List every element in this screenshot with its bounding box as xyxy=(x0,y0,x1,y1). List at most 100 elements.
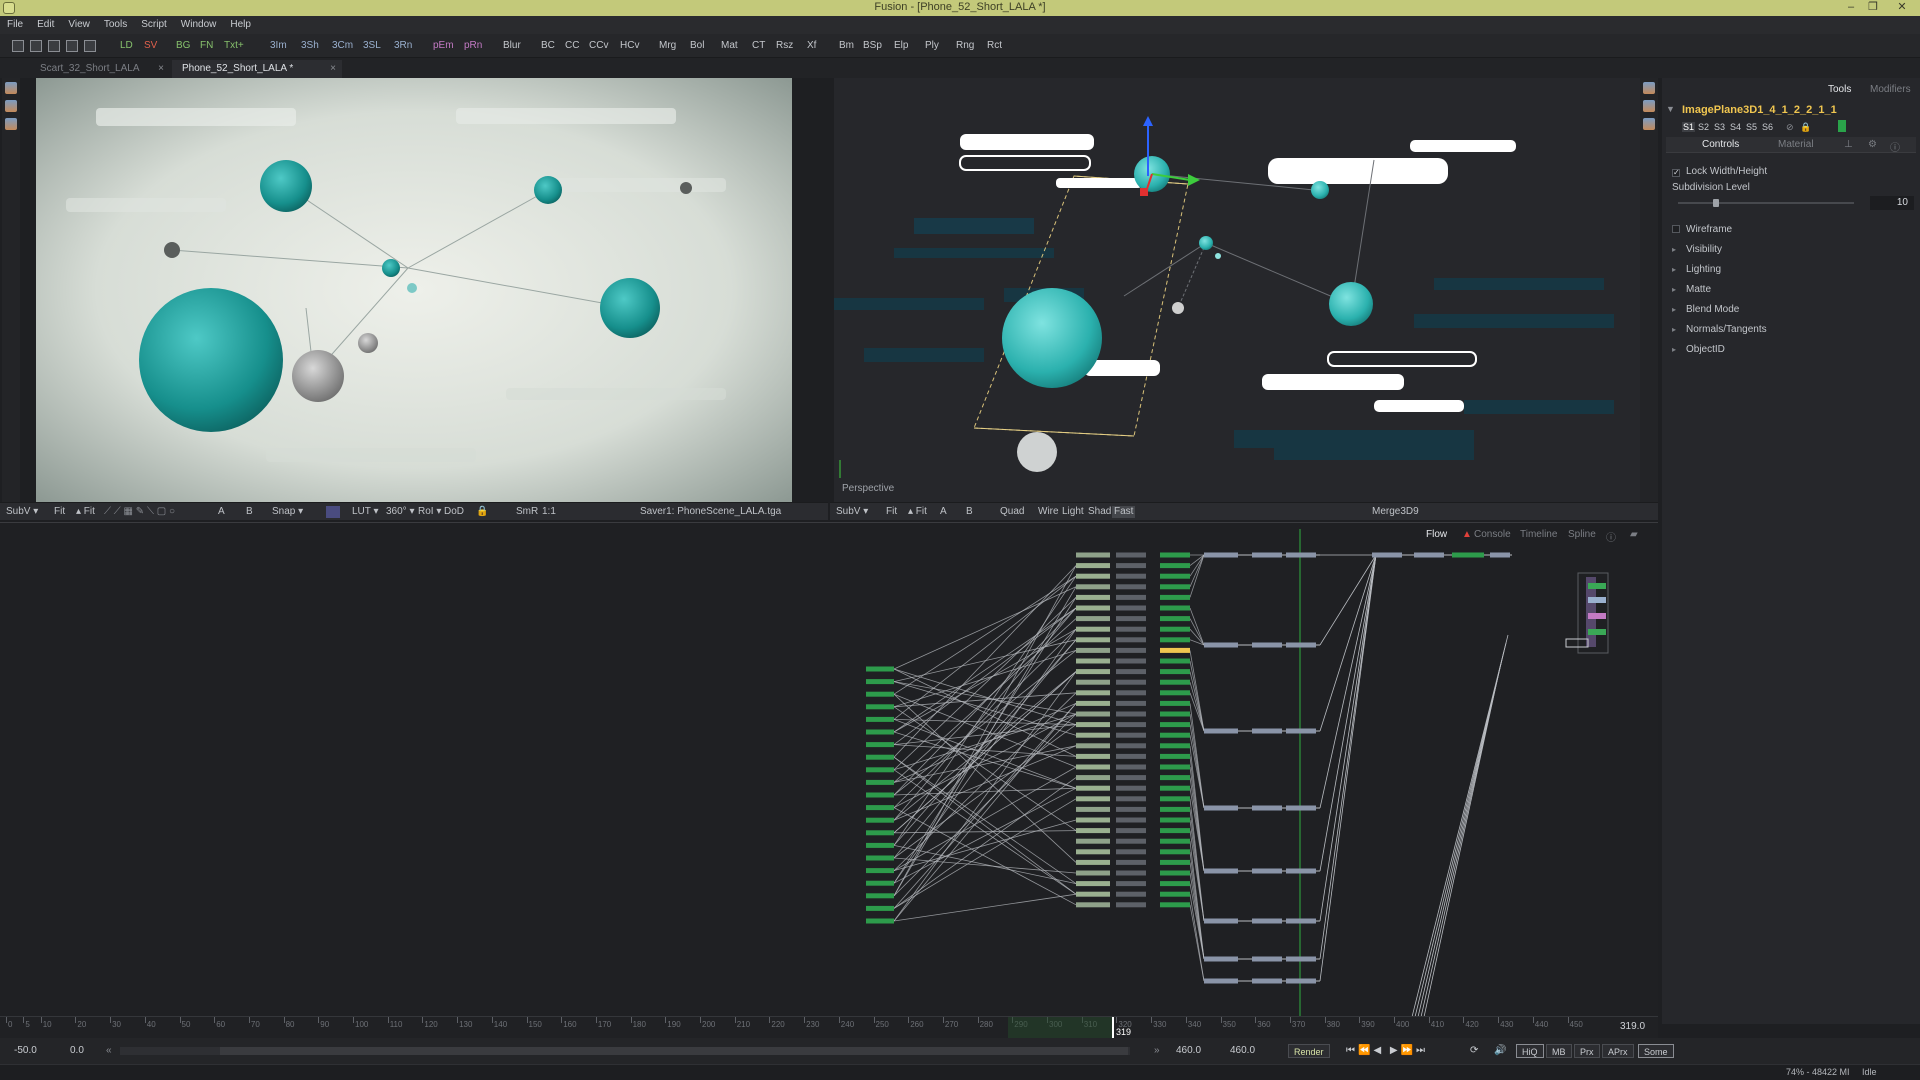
toolbar-button-rsz[interactable]: Rsz xyxy=(776,39,793,53)
flow-node[interactable] xyxy=(1286,728,1316,734)
toolbar-button-blur[interactable]: Blur xyxy=(503,39,521,53)
audio-icon[interactable]: 🔊 xyxy=(1494,1045,1506,1056)
flow-node[interactable] xyxy=(1076,637,1110,643)
smr-button[interactable]: SmR xyxy=(516,506,538,518)
flow-node[interactable] xyxy=(1116,616,1146,622)
flow-node[interactable] xyxy=(1160,902,1190,908)
flow-node[interactable] xyxy=(1116,722,1146,728)
lock-width-height-row[interactable]: ✓ Lock Width/Height xyxy=(1672,166,1767,177)
fit-button[interactable]: Fit xyxy=(886,506,897,518)
flow-node[interactable] xyxy=(1116,785,1146,791)
range-slider-thumb[interactable] xyxy=(220,1047,1128,1055)
flow-node[interactable] xyxy=(1076,870,1110,876)
flow-node[interactable] xyxy=(1076,669,1110,675)
flow-node[interactable] xyxy=(1204,552,1238,558)
slot-s2[interactable]: S2 xyxy=(1698,122,1709,132)
flow-node[interactable] xyxy=(1076,743,1110,749)
prx-button[interactable]: Prx xyxy=(1574,1044,1600,1058)
flow-node[interactable] xyxy=(1286,552,1316,558)
fit-button[interactable]: Fit xyxy=(54,506,65,518)
toolbar-button-txt[interactable]: Txt+ xyxy=(224,39,244,53)
flow-node[interactable] xyxy=(1160,806,1190,812)
menu-view[interactable]: View xyxy=(61,16,97,34)
flow-node[interactable] xyxy=(1160,817,1190,823)
layout-single-icon[interactable] xyxy=(12,40,24,52)
tool-color-swatch[interactable] xyxy=(1838,120,1846,132)
flow-node[interactable] xyxy=(1076,563,1110,569)
subdivision-value[interactable]: 10 xyxy=(1870,196,1914,210)
tab-tools[interactable]: Tools xyxy=(1828,84,1851,95)
flow-node[interactable] xyxy=(1252,956,1282,962)
flow-node[interactable] xyxy=(1252,805,1282,811)
section-visibility[interactable]: ▸ Visibility xyxy=(1672,244,1722,255)
viewer-toggle-icon[interactable] xyxy=(1643,118,1655,130)
flow-node[interactable] xyxy=(866,905,894,911)
toolbar-button-3sl[interactable]: 3SL xyxy=(363,39,381,53)
flow-node[interactable] xyxy=(1204,642,1238,648)
flow-node[interactable] xyxy=(1116,679,1146,685)
flow-node[interactable] xyxy=(1116,700,1146,706)
flow-node[interactable] xyxy=(1160,891,1190,897)
flow-node[interactable] xyxy=(1160,552,1190,558)
layout-stack-icon[interactable] xyxy=(48,40,60,52)
wire-button[interactable]: Wire xyxy=(1038,506,1059,518)
some-button[interactable]: Some xyxy=(1638,1044,1674,1058)
flow-node[interactable] xyxy=(1160,616,1190,622)
toolbar-button-3cm[interactable]: 3Cm xyxy=(332,39,353,53)
tab-timeline[interactable]: Timeline xyxy=(1520,529,1557,540)
tab-spline[interactable]: Spline xyxy=(1568,529,1596,540)
viewer-toggle-icon[interactable] xyxy=(1643,100,1655,112)
flow-node[interactable] xyxy=(1160,870,1190,876)
flow-node[interactable] xyxy=(1116,626,1146,632)
toolbar-button-rng[interactable]: Rng xyxy=(956,39,974,53)
flow-node[interactable] xyxy=(1160,690,1190,696)
flow-node[interactable] xyxy=(1116,669,1146,675)
flow-node[interactable] xyxy=(1286,868,1316,874)
flow-node[interactable] xyxy=(866,729,894,735)
mb-button[interactable]: MB xyxy=(1546,1044,1572,1058)
flow-node[interactable] xyxy=(1076,700,1110,706)
flow-node[interactable] xyxy=(1076,690,1110,696)
a-buffer-button[interactable]: A xyxy=(940,506,947,518)
flow-node[interactable] xyxy=(1160,828,1190,834)
section-blend-mode[interactable]: ▸ Blend Mode xyxy=(1672,304,1739,315)
viewer-toggle-icon[interactable] xyxy=(1643,82,1655,94)
flow-node[interactable] xyxy=(1116,902,1146,908)
flow-node[interactable] xyxy=(1076,605,1110,611)
viewer-toggle-icon[interactable] xyxy=(5,118,17,130)
flow-node[interactable] xyxy=(1116,891,1146,897)
toolbar-button-3sh[interactable]: 3Sh xyxy=(301,39,319,53)
settings-gear-icon[interactable]: ⚙ xyxy=(1868,139,1877,150)
tab-console[interactable]: Console xyxy=(1474,529,1511,540)
time-ruler[interactable]: 0 5 10 20 30 40 50 60 70 80 90 100 110 120 130 140 150 16… xyxy=(0,1016,1658,1038)
flow-node[interactable] xyxy=(1116,817,1146,823)
shadow-button[interactable]: Shad xyxy=(1088,506,1111,518)
toolbar-button-hcv[interactable]: HCv xyxy=(620,39,639,53)
flow-node[interactable] xyxy=(866,805,894,811)
restore-button[interactable]: ❐ xyxy=(1862,0,1884,16)
flow-node[interactable] xyxy=(1116,658,1146,664)
flow-node[interactable] xyxy=(1116,711,1146,717)
lut-dropdown[interactable]: LUT ▾ xyxy=(352,506,379,518)
flow-node[interactable] xyxy=(1160,796,1190,802)
flow-node[interactable] xyxy=(1204,728,1238,734)
playback-controls-icon[interactable]: ⏮⏪◀ ▶⏩⏭ xyxy=(1346,1045,1428,1056)
360-dropdown[interactable]: 360° ▾ xyxy=(386,506,414,518)
flow-node[interactable] xyxy=(1414,552,1444,558)
slot-s4[interactable]: S4 xyxy=(1730,122,1741,132)
flow-node[interactable] xyxy=(1076,902,1110,908)
flow-node[interactable] xyxy=(1160,764,1190,770)
flow-node[interactable] xyxy=(866,691,894,697)
flow-node[interactable] xyxy=(1116,563,1146,569)
flow-node[interactable] xyxy=(1076,796,1110,802)
flow-node[interactable] xyxy=(1160,669,1190,675)
flow-node[interactable] xyxy=(866,704,894,710)
flow-node[interactable] xyxy=(1286,978,1316,984)
toolbar-button-cc[interactable]: CC xyxy=(565,39,579,53)
flow-node[interactable] xyxy=(1116,637,1146,643)
menu-window[interactable]: Window xyxy=(174,16,224,34)
lock-icon[interactable]: 🔒 xyxy=(1800,122,1811,133)
tab-modifiers[interactable]: Modifiers xyxy=(1870,84,1911,95)
tab-material[interactable]: Material xyxy=(1778,139,1814,150)
toolbar-button-ld[interactable]: LD xyxy=(120,39,133,53)
